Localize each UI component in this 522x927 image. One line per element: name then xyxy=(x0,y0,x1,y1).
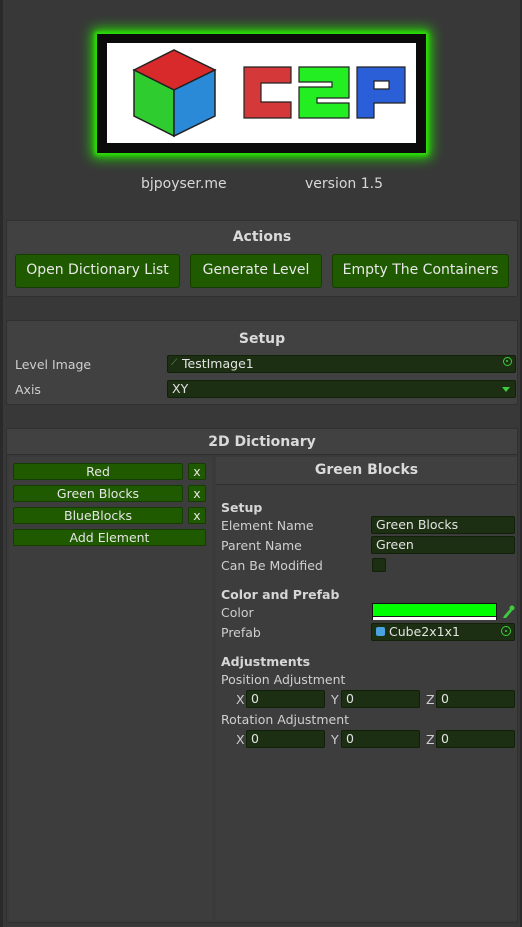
actions-panel: Actions Open Dictionary List Generate Le… xyxy=(6,220,518,297)
can-be-modified-label: Can Be Modified xyxy=(221,558,323,573)
prefab-label: Prefab xyxy=(221,625,261,640)
remove-red-button[interactable]: x xyxy=(188,463,206,480)
texture-icon: ⟋ xyxy=(171,358,178,368)
add-element-button[interactable]: Add Element xyxy=(13,529,206,546)
remove-blueblocks-button[interactable]: x xyxy=(188,507,206,524)
axis-label: Axis xyxy=(15,382,41,397)
dictionary-title: 2D Dictionary xyxy=(208,434,316,450)
position-z-input[interactable]: 0 xyxy=(436,690,515,708)
detail-header: Green Blocks xyxy=(216,457,517,485)
element-item-blueblocks[interactable]: BlueBlocks xyxy=(13,507,183,524)
object-picker-icon[interactable] xyxy=(503,357,512,366)
position-y-input[interactable]: 0 xyxy=(341,690,420,708)
cube-logo-icon xyxy=(132,49,406,138)
setup-title: Setup xyxy=(238,331,286,347)
chevron-down-icon xyxy=(502,387,510,392)
logo-inner xyxy=(107,43,416,143)
axis-value: XY xyxy=(172,381,189,396)
level-image-value: TestImage1 xyxy=(182,356,254,371)
position-y-label: Y xyxy=(331,692,339,707)
color-swatch[interactable] xyxy=(372,603,497,620)
element-list: Red x Green Blocks x BlueBlocks x Add El… xyxy=(9,457,212,920)
version-text: version 1.5 xyxy=(305,176,383,192)
parent-name-input[interactable]: Green xyxy=(371,536,515,554)
element-name-input[interactable]: Green Blocks xyxy=(371,516,515,534)
empty-containers-button[interactable]: Empty The Containers xyxy=(332,254,509,288)
parent-name-label: Parent Name xyxy=(221,538,302,553)
remove-green-blocks-button[interactable]: x xyxy=(188,485,206,502)
dictionary-header: 2D Dictionary xyxy=(7,429,517,455)
element-item-green-blocks[interactable]: Green Blocks xyxy=(13,485,183,502)
object-picker-icon[interactable] xyxy=(501,626,511,636)
author-link[interactable]: bjpoyser.me xyxy=(141,176,227,192)
element-item-red[interactable]: Red xyxy=(13,463,183,480)
generate-level-button[interactable]: Generate Level xyxy=(190,254,322,288)
prefab-cube-icon xyxy=(376,627,385,636)
rotation-y-label: Y xyxy=(331,732,339,747)
position-x-input[interactable]: 0 xyxy=(246,690,325,708)
rotation-y-input[interactable]: 0 xyxy=(341,730,420,748)
rotation-x-input[interactable]: 0 xyxy=(246,730,325,748)
position-adjustment-label: Position Adjustment xyxy=(221,672,346,687)
rotation-x-label: X xyxy=(236,732,245,747)
axis-dropdown[interactable]: XY xyxy=(167,380,516,398)
detail-title: Green Blocks xyxy=(314,462,419,478)
alpha-bar xyxy=(373,617,496,620)
adjustments-heading: Adjustments xyxy=(221,654,311,669)
rotation-adjustment-label: Rotation Adjustment xyxy=(221,712,350,727)
left-border xyxy=(0,0,3,927)
open-dictionary-button[interactable]: Open Dictionary List xyxy=(15,254,180,288)
position-z-label: Z xyxy=(426,692,435,707)
level-image-label: Level Image xyxy=(15,357,92,372)
rotation-z-label: Z xyxy=(426,732,435,747)
logo-banner xyxy=(97,34,426,153)
element-detail: Green Blocks Setup Element Name Green Bl… xyxy=(216,457,517,920)
color-label: Color xyxy=(221,605,254,620)
actions-title: Actions xyxy=(232,229,292,245)
dictionary-panel: 2D Dictionary Red x Green Blocks x BlueB… xyxy=(6,428,518,923)
can-be-modified-checkbox[interactable] xyxy=(372,558,386,572)
eyedropper-icon[interactable] xyxy=(500,603,515,620)
color-fill xyxy=(373,604,496,616)
position-x-label: X xyxy=(236,692,245,707)
rotation-z-input[interactable]: 0 xyxy=(436,730,515,748)
prefab-value: Cube2x1x1 xyxy=(389,624,460,639)
prefab-field[interactable]: Cube2x1x1 xyxy=(371,623,515,641)
level-image-field[interactable]: ⟋ TestImage1 xyxy=(167,355,516,373)
setup-panel: Setup Level Image ⟋ TestImage1 Axis XY xyxy=(6,320,518,405)
color-prefab-heading: Color and Prefab xyxy=(221,587,340,602)
detail-setup-heading: Setup xyxy=(221,500,263,515)
element-name-label: Element Name xyxy=(221,518,314,533)
